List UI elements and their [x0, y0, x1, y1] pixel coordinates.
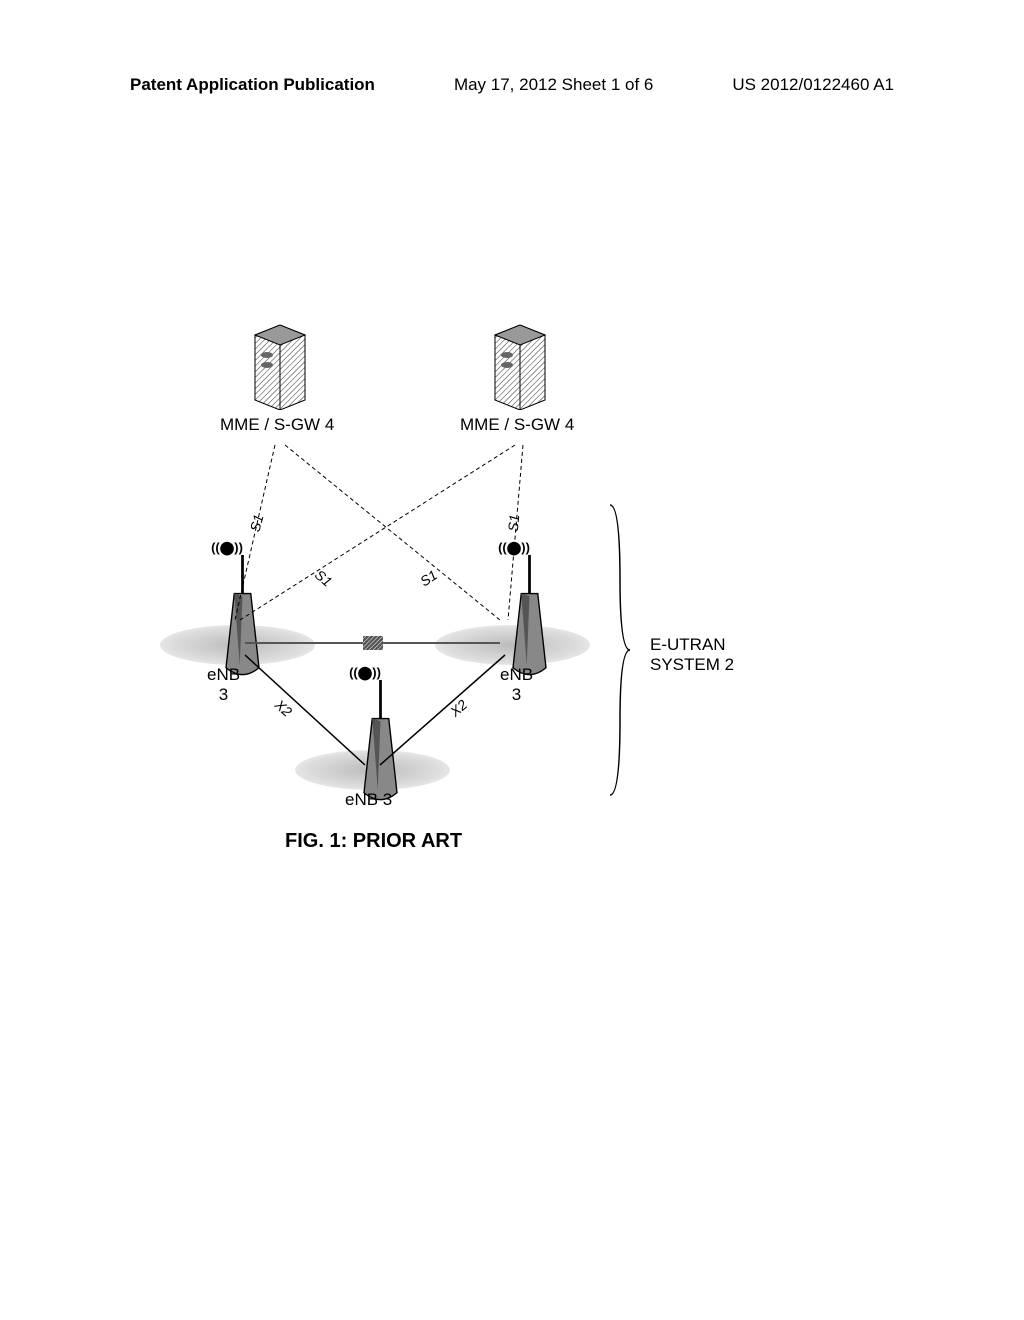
page-header: Patent Application Publication May 17, 2…	[0, 75, 1024, 95]
antenna-left	[215, 555, 270, 655]
server-right	[490, 320, 550, 410]
s1-label-1: S1	[247, 513, 267, 534]
s1-label-2: S1	[312, 566, 335, 589]
figure-1: MME / S-GW 4 MME / S-GW 4 S1 S1 S1 S1	[130, 320, 830, 900]
antenna-right	[502, 555, 557, 655]
header-left: Patent Application Publication	[130, 75, 375, 95]
s1-label-4: S1	[505, 514, 522, 532]
svg-text:((⬤)): ((⬤))	[349, 665, 381, 681]
antenna-center	[353, 680, 408, 780]
server-left-label: MME / S-GW 4	[220, 415, 334, 435]
server-right-label: MME / S-GW 4	[460, 415, 574, 435]
antenna-left-label: eNB 3	[207, 665, 240, 706]
server-left	[250, 320, 310, 410]
x2-label-2: X2	[447, 696, 470, 719]
x2-label-1: X2	[272, 696, 295, 719]
svg-text:((⬤)): ((⬤))	[211, 540, 243, 556]
s1-label-3: S1	[417, 567, 440, 590]
antenna-right-label: eNB 3	[500, 665, 533, 706]
system-label: E-UTRAN SYSTEM 2	[650, 635, 734, 676]
system-brace	[605, 500, 635, 805]
figure-caption: FIG. 1: PRIOR ART	[285, 830, 462, 853]
header-right: US 2012/0122460 A1	[732, 75, 894, 95]
antenna-center-label: eNB 3	[345, 790, 392, 810]
svg-text:((⬤)): ((⬤))	[498, 540, 530, 556]
header-center: May 17, 2012 Sheet 1 of 6	[454, 75, 653, 95]
